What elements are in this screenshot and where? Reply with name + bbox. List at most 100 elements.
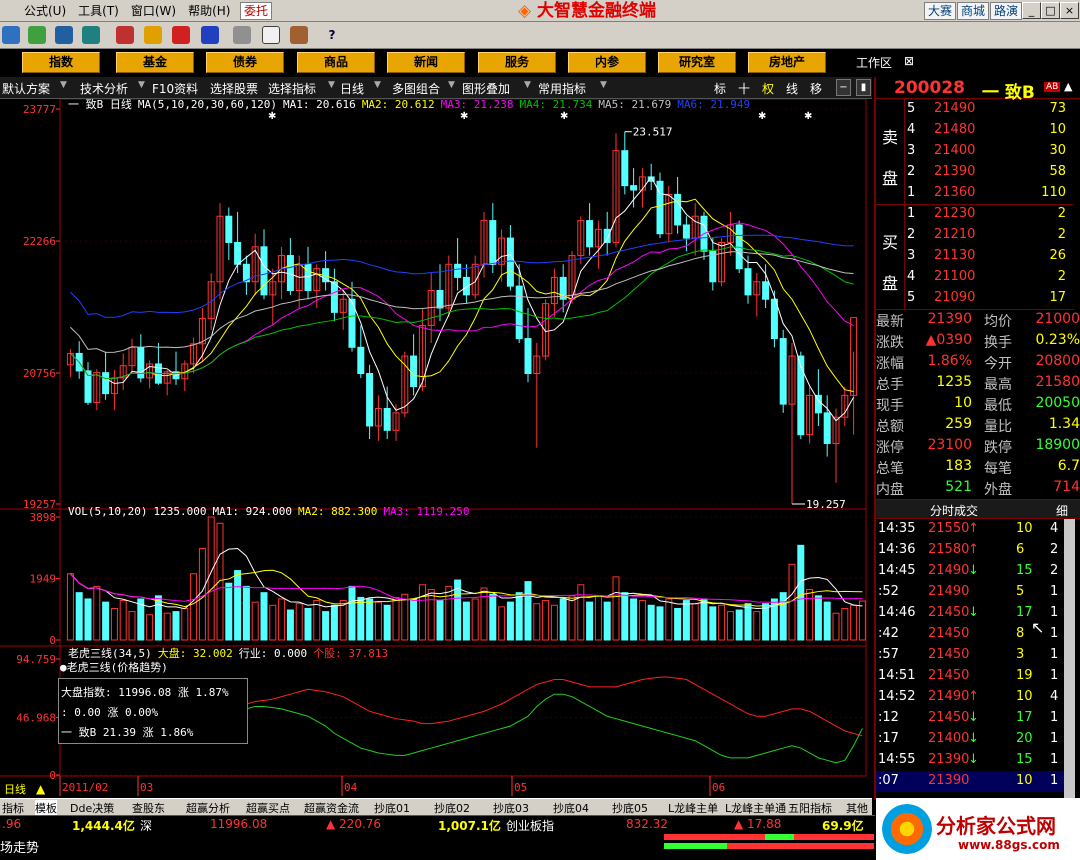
chart-mode-3[interactable]: 线 xyxy=(786,80,798,97)
volume-bar[interactable] xyxy=(339,600,347,641)
sheet-tab-14[interactable]: 五阳指标 xyxy=(788,800,832,816)
volume-bar[interactable] xyxy=(154,595,162,641)
volume-bar[interactable] xyxy=(295,603,303,641)
volume-bar[interactable] xyxy=(330,604,338,641)
volume-bar[interactable] xyxy=(691,603,699,641)
candle-body[interactable] xyxy=(770,298,778,340)
chart-tool-2[interactable]: F10资料 xyxy=(152,80,198,97)
chart-tool-1[interactable]: 技术分析 xyxy=(80,80,128,97)
volume-bar[interactable] xyxy=(674,607,682,641)
volume-bar[interactable] xyxy=(234,570,242,641)
trade-row[interactable]: 14:55 21390 ↓ 15 1 xyxy=(876,752,1072,773)
weituo-button[interactable]: 委托 xyxy=(240,2,273,20)
volume-bar[interactable] xyxy=(480,587,488,641)
trade-row[interactable]: 14:36 21580 ↑ 6 2 xyxy=(876,542,1072,563)
nav-button-5[interactable]: 服务 xyxy=(478,52,556,73)
order_book.sell-level-2[interactable]: 2 21390 58 xyxy=(876,164,1076,185)
dropdown-arrow-icon[interactable]: ▼ xyxy=(60,80,67,90)
roadshow-link[interactable]: 路演 xyxy=(990,2,1023,20)
volume-bar[interactable] xyxy=(462,601,470,641)
volume-bar[interactable] xyxy=(762,603,770,641)
sheet-tab-1[interactable]: 模板 xyxy=(35,800,57,816)
volume-bar[interactable] xyxy=(735,609,743,641)
order_book.sell-level-4[interactable]: 4 21480 10 xyxy=(876,122,1076,143)
volume-bar[interactable] xyxy=(216,522,224,641)
volume-bar[interactable] xyxy=(647,604,655,641)
contest-link[interactable]: 大赛 xyxy=(924,2,957,20)
candle-body[interactable] xyxy=(762,281,770,300)
maximize-button[interactable]: □ xyxy=(1041,2,1060,19)
market-trend-label[interactable]: 场走势 xyxy=(0,837,39,856)
volume-bar[interactable] xyxy=(75,592,83,641)
volume-bar[interactable] xyxy=(418,584,426,641)
sheet-tab-7[interactable]: 抄底01 xyxy=(374,800,410,816)
volume-bar[interactable] xyxy=(850,604,858,641)
volume-bar[interactable] xyxy=(269,604,277,641)
candle-body[interactable] xyxy=(330,281,338,313)
dropdown-arrow-icon[interactable]: ▼ xyxy=(600,80,607,90)
menu-item-2[interactable]: 窗口(W) xyxy=(125,0,182,22)
volume-bar[interactable] xyxy=(93,585,101,641)
candle-body[interactable] xyxy=(410,355,418,388)
volume-bar[interactable] xyxy=(656,606,664,641)
sheet-tab-13[interactable]: L龙峰主单通 xyxy=(725,800,786,816)
nav-button-2[interactable]: 债券 xyxy=(206,52,284,73)
order_book.buy-level-3[interactable]: 3 21130 26 xyxy=(876,248,1076,269)
mall-link[interactable]: 商城 xyxy=(957,2,990,20)
volume-bar[interactable] xyxy=(436,600,444,641)
volume-bar[interactable] xyxy=(612,576,620,641)
chart-mode-4[interactable]: 移 xyxy=(810,80,822,97)
blue-ball-icon[interactable] xyxy=(201,26,219,44)
volume-bar[interactable] xyxy=(489,593,497,641)
chart-tool-4[interactable]: 选择指标 xyxy=(268,80,316,97)
dropdown-arrow-icon[interactable]: ▼ xyxy=(328,80,335,90)
books-icon[interactable] xyxy=(290,26,308,44)
trade-row[interactable]: 14:51 21450 19 1 xyxy=(876,668,1072,689)
menu-item-0[interactable]: 公式(U) xyxy=(18,0,72,22)
trade-row[interactable]: :42 21450 8 1 xyxy=(876,626,1072,647)
chart-tool-8[interactable]: 常用指标 xyxy=(538,80,586,97)
dropdown-arrow-icon[interactable]: ▼ xyxy=(138,80,145,90)
order_book.buy-level-4[interactable]: 4 21100 2 xyxy=(876,269,1076,290)
candle-body[interactable] xyxy=(682,224,690,239)
volume-bar[interactable] xyxy=(700,598,708,641)
volume-bar[interactable] xyxy=(401,593,409,641)
volume-bar[interactable] xyxy=(128,611,136,641)
volume-bar[interactable] xyxy=(322,611,330,641)
sheet-tab-5[interactable]: 超赢买点 xyxy=(246,800,290,816)
volume-bar[interactable] xyxy=(119,600,127,641)
order_book.sell-level-1[interactable]: 1 21360 110 xyxy=(876,185,1076,206)
volume-bar[interactable] xyxy=(709,606,717,641)
candle-body[interactable] xyxy=(674,193,682,226)
volume-bar[interactable] xyxy=(498,606,506,641)
volume-bar[interactable] xyxy=(348,585,356,641)
volume-bar[interactable] xyxy=(533,603,541,641)
news-icon[interactable] xyxy=(82,26,100,44)
volume-bar[interactable] xyxy=(550,604,558,641)
volume-bar[interactable] xyxy=(471,598,479,641)
stack-icon[interactable] xyxy=(233,26,251,44)
chart-bars-icon[interactable] xyxy=(28,26,46,44)
volume-bar[interactable] xyxy=(286,609,294,641)
volume-bar[interactable] xyxy=(366,598,374,641)
workspace-label[interactable]: 工作区 xyxy=(856,54,892,71)
nav-button-4[interactable]: 新闻 xyxy=(387,52,465,73)
sheet-tab-11[interactable]: 抄底05 xyxy=(612,800,648,816)
volume-bar[interactable] xyxy=(524,581,532,641)
sheet-tab-3[interactable]: 查股东 xyxy=(132,800,165,816)
volume-bar[interactable] xyxy=(383,604,391,641)
close-button[interactable]: × xyxy=(1060,2,1079,19)
volume-bar[interactable] xyxy=(410,598,418,641)
volume-bar[interactable] xyxy=(146,614,154,641)
binoculars-icon[interactable] xyxy=(55,26,73,44)
volume-bar[interactable] xyxy=(753,611,761,641)
grid-icon[interactable] xyxy=(2,26,20,44)
volume-bar[interactable] xyxy=(357,596,365,641)
candle-body[interactable] xyxy=(304,263,312,292)
volume-bar[interactable] xyxy=(630,598,638,641)
candle-body[interactable] xyxy=(383,407,391,431)
volume-bar[interactable] xyxy=(603,601,611,641)
order_book.buy-level-1[interactable]: 1 21230 2 xyxy=(876,206,1076,227)
volume-bar[interactable] xyxy=(515,592,523,641)
dropdown-arrow-icon[interactable]: ▼ xyxy=(448,80,455,90)
